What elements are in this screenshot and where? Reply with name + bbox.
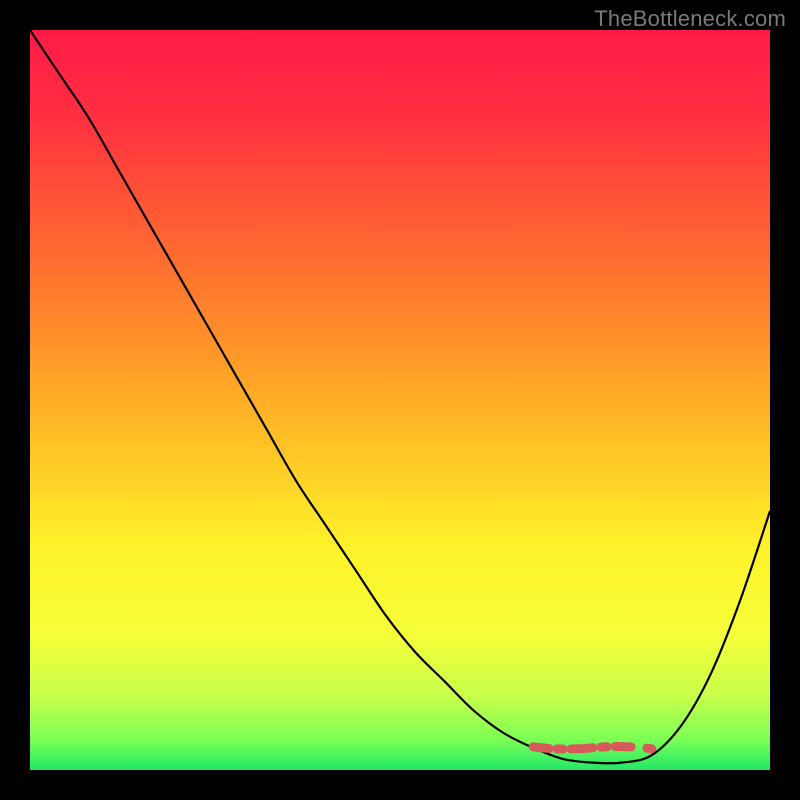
optimal-region-marker (533, 747, 651, 750)
plot-gradient-area (30, 30, 770, 770)
watermark-text: TheBottleneck.com (594, 6, 786, 32)
chart-container: TheBottleneck.com (0, 0, 800, 800)
bottleneck-curve-chart (0, 0, 800, 800)
